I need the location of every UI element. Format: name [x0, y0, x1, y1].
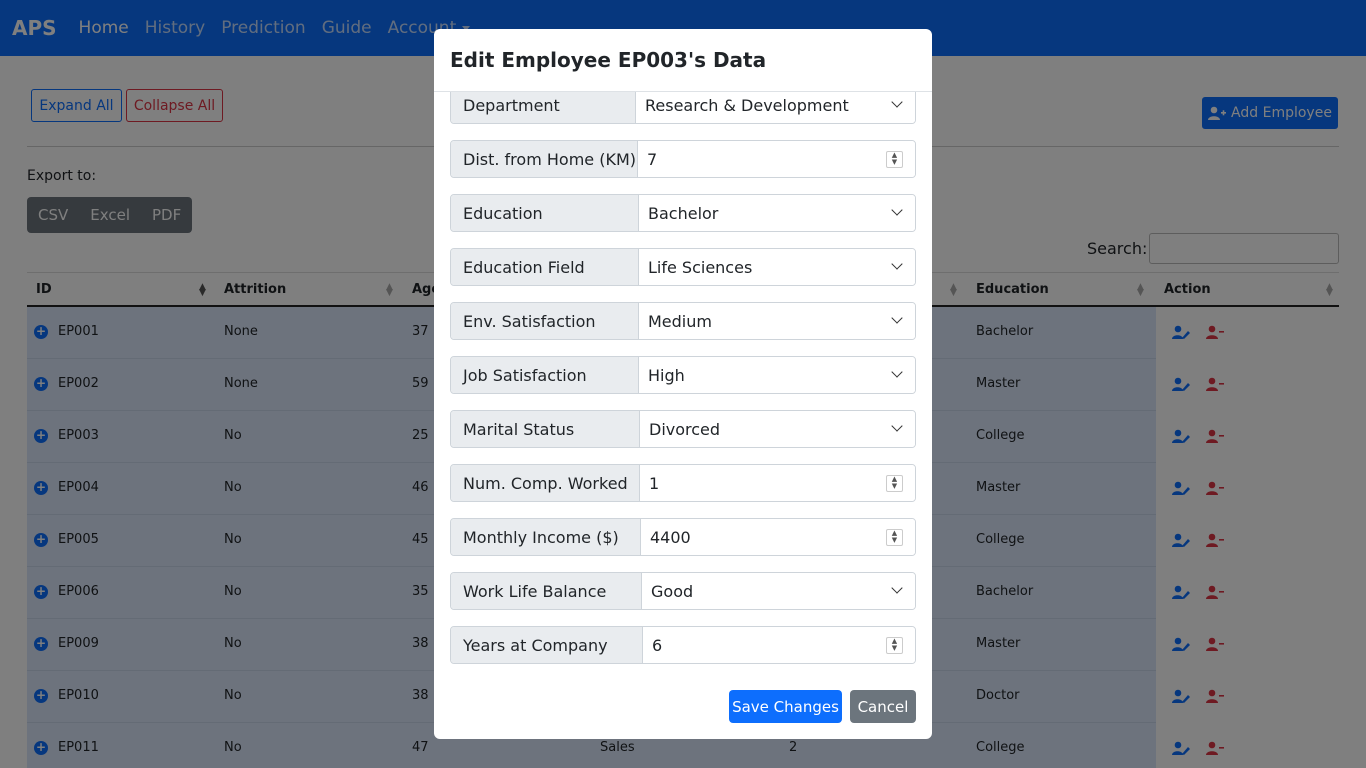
- modal-title: Edit Employee EP003's Data: [450, 48, 767, 72]
- field-label: Monthly Income ($): [451, 519, 641, 555]
- field-value: 6: [652, 635, 663, 655]
- field-select[interactable]: Bachelor: [639, 195, 915, 231]
- field-number-input[interactable]: 6 ▲ ▼: [643, 627, 915, 663]
- field-value: 1: [649, 473, 660, 493]
- form-group: Monthly Income ($) 4400 ▲ ▼: [450, 518, 916, 556]
- chevron-down-icon: [891, 258, 903, 270]
- edit-employee-modal: Edit Employee EP003's Data Department Res…: [434, 29, 932, 739]
- chevron-down-icon: [891, 582, 903, 594]
- field-label: Num. Comp. Worked: [451, 465, 640, 501]
- field-label: Env. Satisfaction: [451, 303, 639, 339]
- chevron-down-icon: [891, 366, 903, 378]
- field-select[interactable]: Life Sciences: [639, 249, 915, 285]
- field-select[interactable]: Good: [642, 573, 915, 609]
- form-group: Marital Status Divorced: [450, 410, 916, 448]
- field-label: Dist. from Home (KM): [451, 141, 638, 177]
- chevron-down-icon: [891, 420, 903, 432]
- spinner-icon[interactable]: ▲ ▼: [886, 475, 903, 492]
- spinner-icon[interactable]: ▲ ▼: [886, 529, 903, 546]
- field-label: Years at Company: [451, 627, 643, 663]
- form-group: Job Satisfaction High: [450, 356, 916, 394]
- cancel-button[interactable]: Cancel: [850, 690, 916, 723]
- field-value: High: [648, 365, 685, 385]
- form-group: Num. Comp. Worked 1 ▲ ▼: [450, 464, 916, 502]
- field-label: Department: [451, 92, 636, 123]
- field-value: 4400: [650, 527, 691, 547]
- field-number-input[interactable]: 7 ▲ ▼: [638, 141, 915, 177]
- field-label: Education: [451, 195, 639, 231]
- field-value: Research & Development: [645, 95, 849, 115]
- chevron-down-icon: [891, 312, 903, 324]
- field-value: Good: [651, 581, 694, 601]
- form-group: Department Research & Development: [450, 92, 916, 124]
- field-value: Life Sciences: [648, 257, 753, 277]
- field-select[interactable]: Divorced: [640, 411, 915, 447]
- modal-body: Department Research & Development Dist. fr…: [434, 92, 932, 682]
- field-label: Education Field: [451, 249, 639, 285]
- field-number-input[interactable]: 1 ▲ ▼: [640, 465, 915, 501]
- field-select[interactable]: Research & Development: [636, 92, 915, 123]
- form-group: Dist. from Home (KM) 7 ▲ ▼: [450, 140, 916, 178]
- field-label: Marital Status: [451, 411, 640, 447]
- chevron-down-icon: [891, 96, 903, 108]
- chevron-down-icon: [891, 204, 903, 216]
- field-number-input[interactable]: 4400 ▲ ▼: [641, 519, 915, 555]
- spinner-icon[interactable]: ▲ ▼: [886, 637, 903, 654]
- field-select[interactable]: Medium: [639, 303, 915, 339]
- field-label: Work Life Balance: [451, 573, 642, 609]
- save-changes-button[interactable]: Save Changes: [729, 690, 842, 723]
- form-group: Years at Company 6 ▲ ▼: [450, 626, 916, 664]
- form-group: Env. Satisfaction Medium: [450, 302, 916, 340]
- field-value: 7: [647, 149, 658, 169]
- field-label: Job Satisfaction: [451, 357, 639, 393]
- field-value: Medium: [648, 311, 712, 331]
- form-group: Education Bachelor: [450, 194, 916, 232]
- field-value: Divorced: [649, 419, 721, 439]
- field-value: Bachelor: [648, 203, 719, 223]
- spinner-icon[interactable]: ▲ ▼: [886, 151, 903, 168]
- field-select[interactable]: High: [639, 357, 915, 393]
- form-group: Education Field Life Sciences: [450, 248, 916, 286]
- form-group: Work Life Balance Good: [450, 572, 916, 610]
